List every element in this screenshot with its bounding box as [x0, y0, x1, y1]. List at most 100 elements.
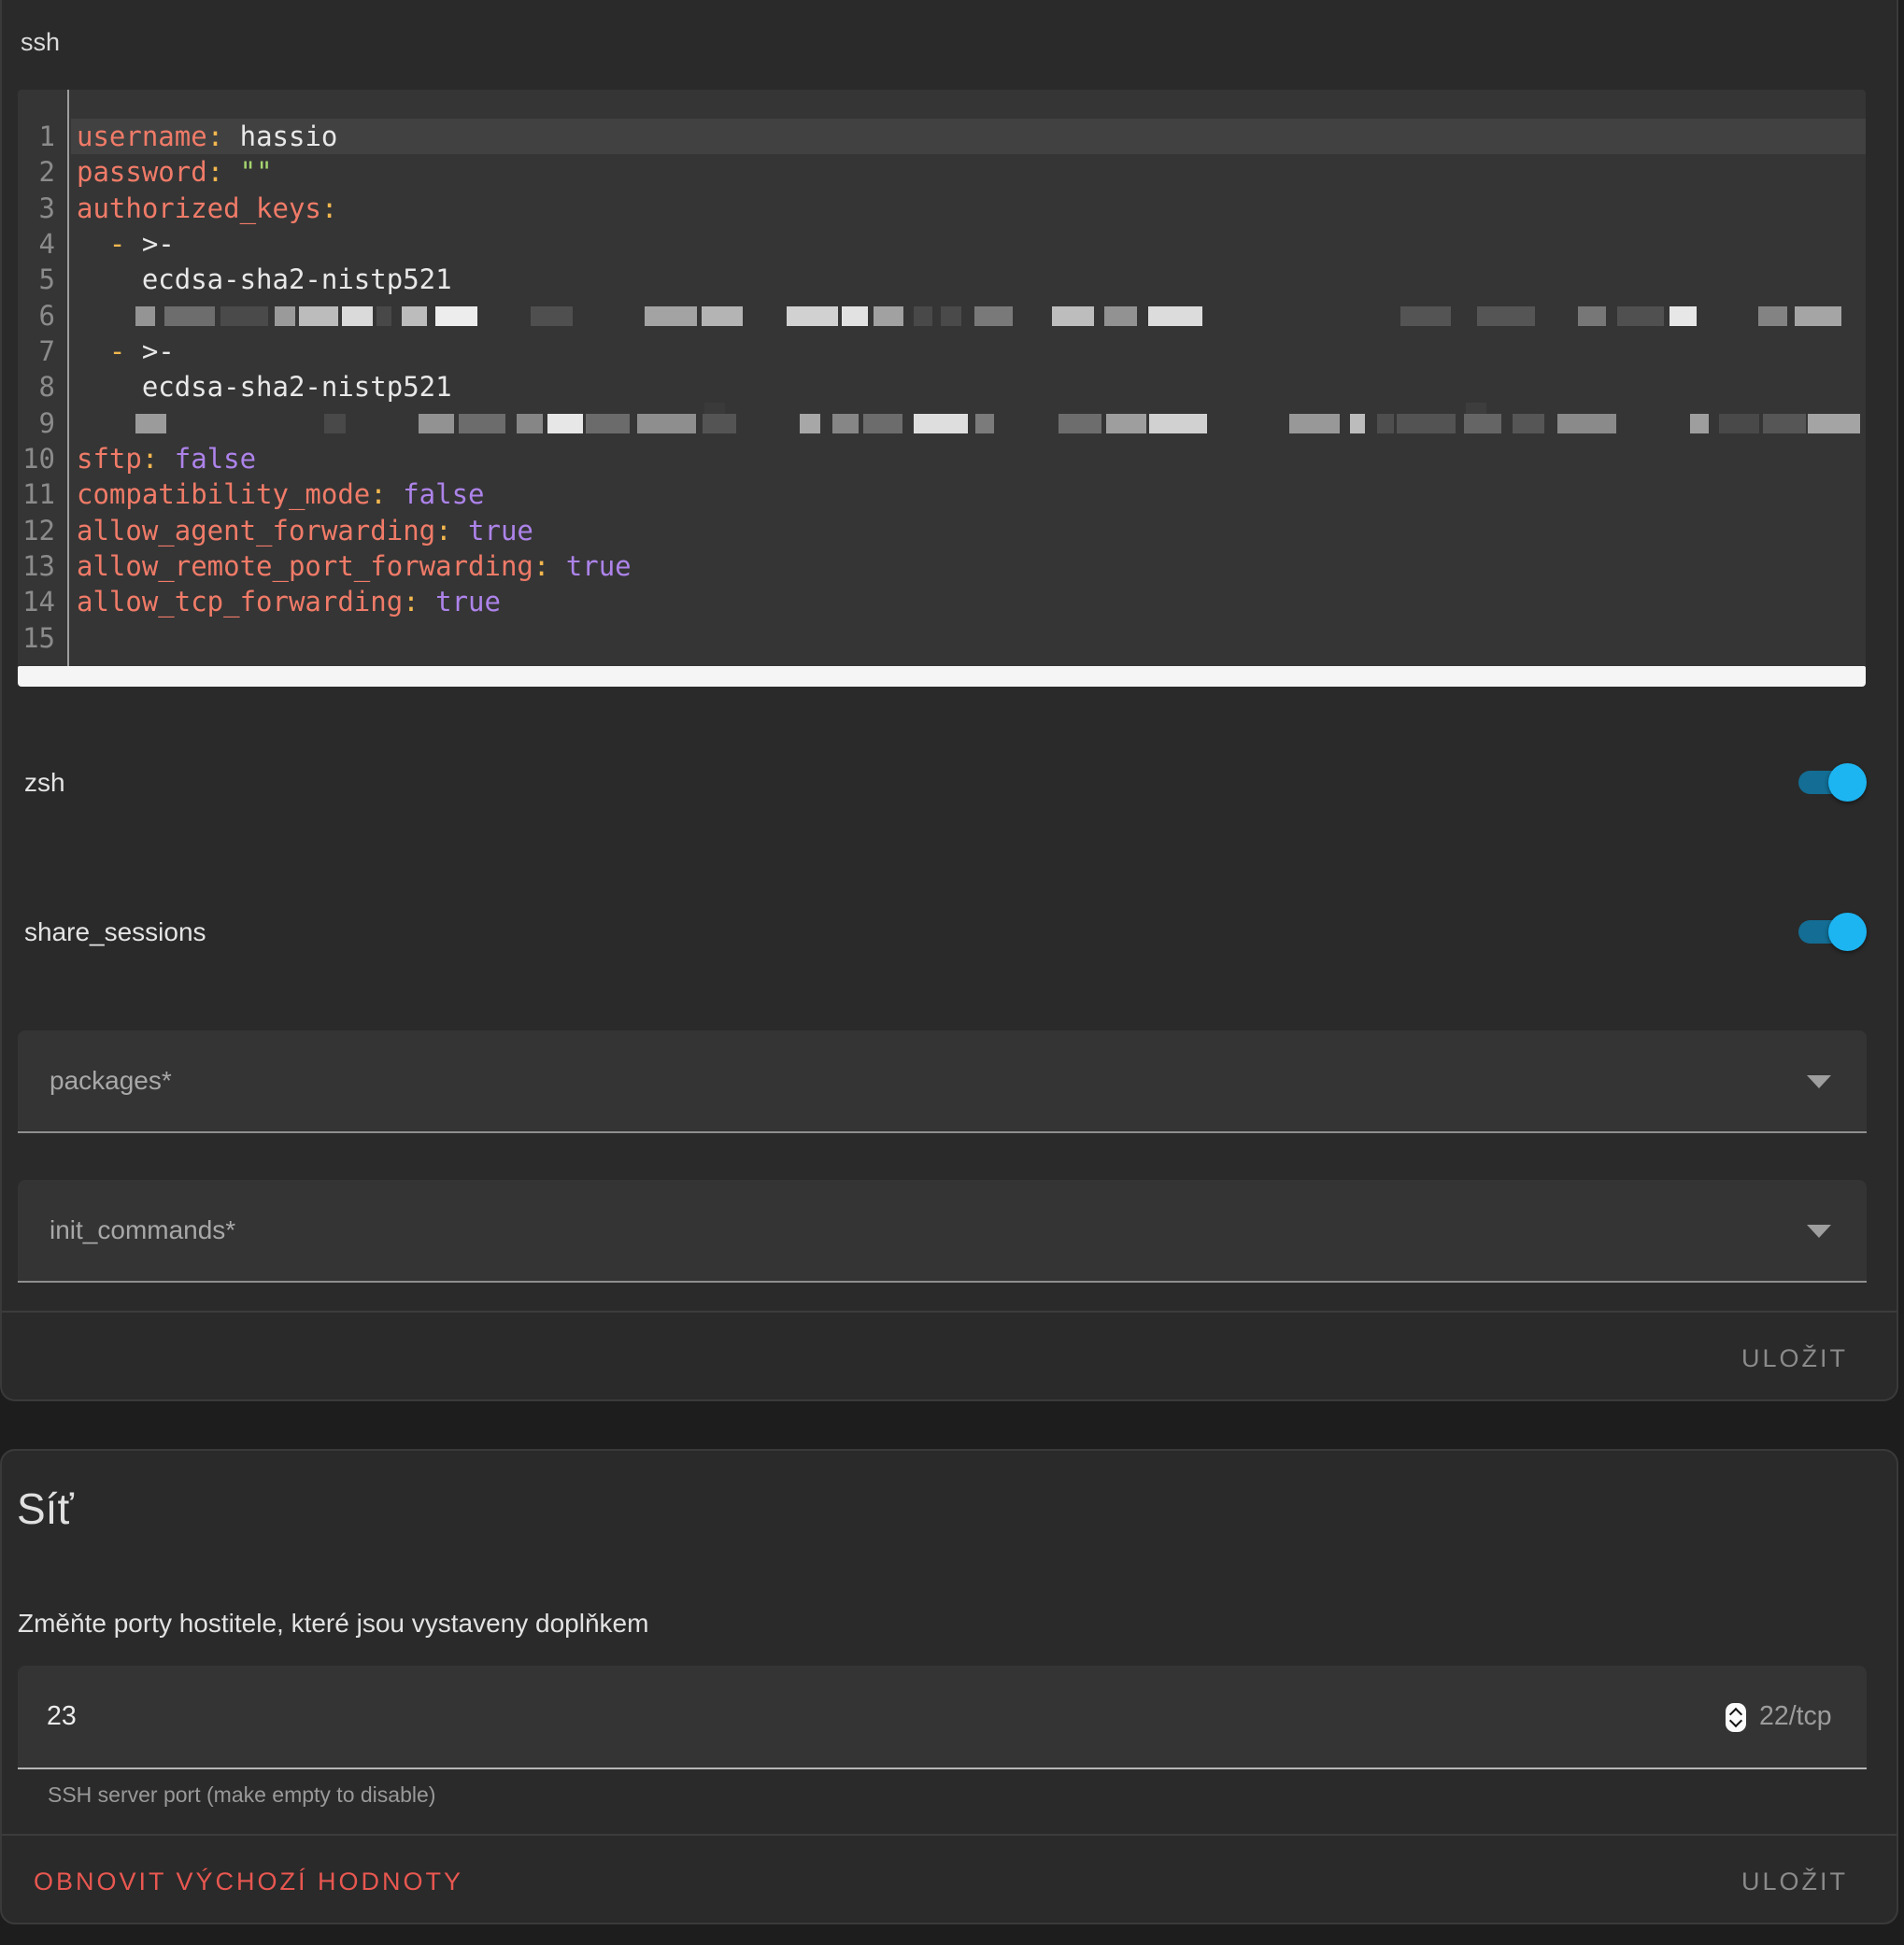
ssh-port-helper-text: SSH server port (make empty to disable) [48, 1782, 435, 1808]
redacted-pixel-block [703, 414, 737, 433]
redacted-pixel-block [419, 414, 453, 433]
line-number: 14 [18, 584, 67, 619]
packages-dropdown[interactable]: packages* [18, 1030, 1867, 1133]
redacted-pixel-block [402, 306, 426, 326]
line-number: 1 [18, 119, 67, 154]
redacted-pixel-block [435, 306, 477, 326]
redacted-pixel-block [299, 306, 338, 326]
redacted-pixel-block [1104, 306, 1137, 326]
yaml-token-bool: true [452, 515, 533, 547]
redacted-pixel-block [1350, 414, 1366, 433]
number-stepper-icon[interactable] [1726, 1703, 1746, 1732]
chevron-down-icon [1807, 1075, 1831, 1088]
line-number: 12 [18, 513, 67, 548]
code-line: authorized_keys: [77, 191, 1866, 226]
switch-thumb [1828, 763, 1867, 802]
editor-horizontal-scrollbar[interactable] [18, 666, 1866, 687]
redacted-pixel-block [975, 414, 993, 433]
yaml-token-plain: >- [125, 335, 174, 367]
code-line: ecdsa-sha2-nistp521 [77, 369, 1866, 405]
redacted-pixel-block [275, 306, 295, 326]
yaml-token-plain: ecdsa-sha2-nistp521 [77, 263, 452, 295]
redacted-pixel-block [1400, 306, 1451, 326]
yaml-token-plain [77, 335, 109, 367]
yaml-token-punc: : [207, 121, 223, 152]
redacted-pixel-block [517, 414, 544, 433]
init-commands-dropdown[interactable]: init_commands* [18, 1180, 1867, 1283]
redacted-pixel-block [1758, 306, 1787, 326]
line-number: 11 [18, 476, 67, 512]
ssh-field-label: ssh [21, 28, 60, 57]
yaml-token-key: authorized_keys [77, 192, 321, 224]
yaml-token-key: allow_tcp_forwarding [77, 586, 403, 618]
redacted-key-row [135, 414, 1866, 433]
save-network-button[interactable]: ULOŽIT [1741, 1867, 1848, 1896]
line-number: 9 [18, 405, 67, 441]
reset-defaults-button[interactable]: OBNOVIT VÝCHOZÍ HODNOTY [34, 1867, 463, 1896]
chevron-down-icon [1807, 1225, 1831, 1238]
line-number: 7 [18, 334, 67, 369]
redacted-pixel-block [914, 306, 933, 326]
redacted-pixel-block [974, 306, 1013, 326]
yaml-token-plain [77, 228, 109, 260]
redacted-pixel-block [531, 306, 573, 326]
yaml-token-punc: : [142, 443, 158, 475]
redacted-pixel-block [342, 306, 373, 326]
line-number: 10 [18, 441, 67, 476]
packages-dropdown-label: packages* [50, 1030, 172, 1131]
redacted-pixel-block [1690, 414, 1709, 433]
redacted-pixel-block [863, 414, 902, 433]
redacted-pixel-block [704, 403, 725, 414]
code-line: - >- [77, 226, 1866, 262]
code-line: - >- [77, 334, 1866, 369]
line-number: 13 [18, 548, 67, 584]
line-number: 4 [18, 226, 67, 262]
redacted-pixel-block [1464, 414, 1501, 433]
redacted-pixel-block [1397, 414, 1456, 433]
code-line: compatibility_mode: false [77, 476, 1866, 512]
line-number: 2 [18, 154, 67, 190]
share-sessions-toggle-switch[interactable] [1798, 913, 1867, 951]
line-number: 6 [18, 298, 67, 334]
yaml-editor[interactable]: 123456789101112131415 username: hassiopa… [18, 90, 1866, 687]
zsh-toggle-switch[interactable] [1798, 763, 1867, 802]
redacted-pixel-block [1052, 306, 1094, 326]
addon-config-page: ssh 123456789101112131415 username: hass… [0, 0, 1904, 1945]
yaml-token-bool: true [549, 550, 631, 582]
zsh-toggle-label: zsh [24, 768, 65, 798]
redacted-pixel-block [324, 414, 345, 433]
redacted-pixel-block [459, 414, 505, 433]
redacted-pixel-block [637, 414, 696, 433]
redacted-pixel-block [941, 306, 961, 326]
yaml-token-punc: - [109, 228, 125, 260]
code-line: sftp: false [77, 441, 1866, 476]
yaml-token-punc: : [370, 478, 386, 510]
config-actions-divider [2, 1311, 1897, 1313]
editor-gutter: 123456789101112131415 [18, 90, 69, 687]
ssh-port-input[interactable]: 23 22/tcp [18, 1666, 1867, 1769]
redacted-pixel-block [1557, 414, 1616, 433]
init-commands-dropdown-label: init_commands* [50, 1180, 235, 1281]
redacted-pixel-block [220, 306, 267, 326]
container-port-label: 22/tcp [1759, 1666, 1832, 1768]
redacted-pixel-block [1808, 414, 1859, 433]
network-section-title: Síť [17, 1484, 74, 1534]
share-sessions-toggle-label: share_sessions [24, 917, 206, 947]
line-number: 15 [18, 620, 67, 656]
line-number: 8 [18, 369, 67, 405]
redacted-pixel-block [1578, 306, 1606, 326]
save-config-button[interactable]: ULOŽIT [1741, 1344, 1848, 1373]
redacted-pixel-block [1466, 403, 1486, 414]
yaml-token-punc: : [321, 192, 337, 224]
yaml-token-key: allow_remote_port_forwarding [77, 550, 533, 582]
redacted-pixel-block [1377, 414, 1393, 433]
yaml-token-key: sftp [77, 443, 142, 475]
yaml-token-key: password [77, 156, 207, 188]
redacted-pixel-block [135, 306, 155, 326]
redacted-pixel-block [832, 414, 859, 433]
code-line: allow_remote_port_forwarding: true [77, 548, 1866, 584]
code-line: password: "" [77, 154, 1866, 190]
redacted-pixel-block [842, 306, 869, 326]
redacted-pixel-block [1795, 306, 1840, 326]
yaml-token-key: allow_agent_forwarding [77, 515, 435, 547]
